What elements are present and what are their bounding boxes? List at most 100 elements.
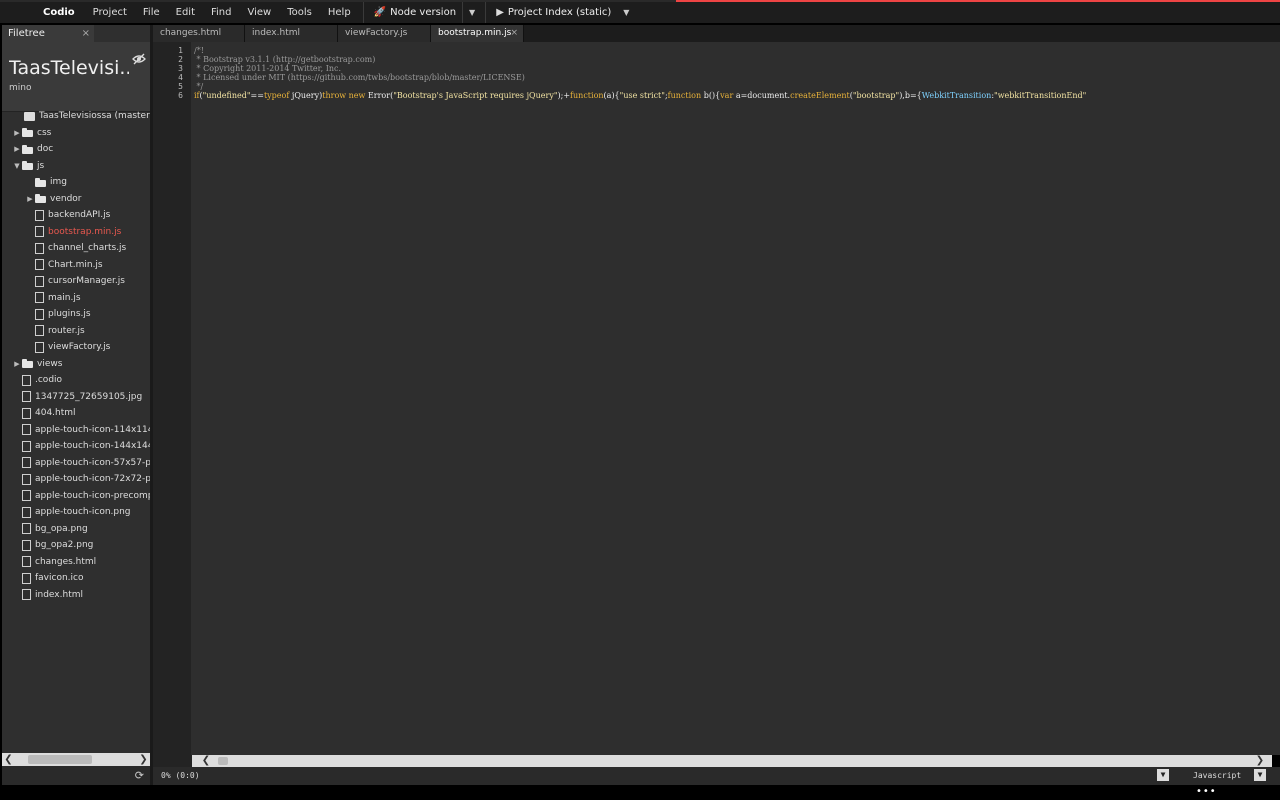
line-number: 5 [178,82,183,91]
close-icon[interactable]: × [82,25,90,42]
filetree-tab-label: Filetree [8,28,45,39]
caret-right-icon[interactable]: ▶ [12,360,22,368]
filetree-item[interactable]: channel_charts.js [2,240,126,256]
editor-horizontal-scrollbar[interactable]: ❮ ❯ [192,755,1272,767]
preview-button-label: Project Index (static) [507,7,612,18]
filetree-item[interactable]: ▶ vendor [2,191,82,207]
tab-index-html[interactable]: index.html [245,25,338,42]
project-name[interactable]: TaasTelevisi... [9,57,129,79]
file-icon [35,226,44,237]
filetree-item[interactable]: ▶ views [2,356,62,372]
filetree-item[interactable]: apple-touch-icon-72x72-precomposed.png [2,471,150,487]
line-number: 1 [178,46,183,55]
menu-edit[interactable]: Edit [168,7,203,18]
filetree-item[interactable]: bg_opa2.png [2,537,93,553]
code-token: );+ [557,91,571,100]
filetree-item[interactable]: apple-touch-icon.png [2,504,131,520]
filetree-item-label: main.js [48,292,81,303]
scroll-right-icon[interactable]: ❯ [1254,755,1266,767]
code-token: a=document. [733,91,791,100]
more-icon[interactable]: ••• [1196,786,1217,797]
scrollbar-thumb[interactable] [218,757,228,765]
filetree-item[interactable]: ▼ js [2,158,44,174]
tab-filetree[interactable]: Filetree × [2,25,94,42]
tab-bootstrap-min-js[interactable]: bootstrap.min.js × [431,25,524,42]
filetree-item-label: router.js [48,325,85,336]
filetree-item[interactable]: changes.html [2,554,96,570]
code-token: ),b={ [899,91,922,100]
scroll-right-icon[interactable]: ❯ [137,753,150,766]
code-editor[interactable]: 123456 /*! * Bootstrap v3.1.1 (http://ge… [153,42,1280,755]
filetree-item[interactable]: ▶ css [2,125,51,141]
bottom-bar: ••• [0,785,1280,800]
filetree-item[interactable]: index.html [2,587,83,603]
filetree-item[interactable]: plugins.js [2,306,91,322]
menu-find[interactable]: Find [203,7,240,18]
filetree-item-label: vendor [50,193,82,204]
play-icon: ▶ [496,7,504,18]
file-icon [35,259,44,270]
filetree-item[interactable]: .codio [2,372,62,388]
folder-icon [35,194,46,203]
top-menu-bar: Codio Project File Edit Find View Tools … [0,0,1280,23]
filetree-item[interactable]: bootstrap.min.js [2,224,121,240]
filetree-item[interactable]: Chart.min.js [2,257,103,273]
scrollbar-thumb[interactable] [28,755,92,764]
code-line: */ [194,82,204,91]
preview-button[interactable]: ▶ Project Index (static) [490,7,617,18]
close-icon[interactable]: × [510,25,518,42]
menu-project[interactable]: Project [85,7,135,18]
filetree-item[interactable]: main.js [2,290,81,306]
filetree-item[interactable]: 404.html [2,405,76,421]
filetree-item[interactable]: TaasTelevisiossa (master) [2,108,150,124]
scroll-left-icon[interactable]: ❮ [200,755,212,767]
scroll-left-icon[interactable]: ❮ [2,753,15,766]
filetree-item[interactable]: router.js [2,323,85,339]
filetree-item[interactable]: apple-touch-icon-57x57-precomposed.png [2,455,150,471]
tab-viewfactory-js[interactable]: viewFactory.js [338,25,431,42]
chevron-down-icon[interactable]: ▼ [1254,769,1266,781]
filetree-item[interactable]: 1347725_72659105.jpg [2,389,142,405]
tab-changes-html[interactable]: changes.html [153,25,245,42]
filetree-item[interactable]: apple-touch-icon-144x144-precomposed.png [2,438,150,454]
code-token: function [667,91,702,100]
line-number-gutter: 123456 [153,42,191,755]
language-mode[interactable]: Javascript [1193,771,1241,780]
code-line: if("undefined"==typeof jQuery)throw new … [194,91,1280,100]
run-dropdown-caret[interactable]: ▼ [462,2,481,23]
filetree-item-label: backendAPI.js [48,210,111,220]
codio-menu[interactable]: Codio [0,7,85,18]
filetree-item[interactable]: favicon.ico [2,570,84,586]
eye-hidden-icon[interactable] [132,53,146,65]
filetree-item-label: apple-touch-icon-72x72-precomposed.png [35,474,150,484]
menu-file[interactable]: File [135,7,168,18]
filetree-item[interactable]: apple-touch-icon-114x114-precomposed.png [2,422,150,438]
code-content[interactable]: /*! * Bootstrap v3.1.1 (http://getbootst… [194,46,1280,100]
menu-view[interactable]: View [240,7,280,18]
folder-icon [22,128,33,137]
caret-right-icon[interactable]: ▶ [12,145,22,153]
filetree-item[interactable]: bg_opa.png [2,521,88,537]
caret-down-icon[interactable]: ▼ [12,162,22,170]
rocket-icon: 🚀 [373,7,387,18]
refresh-icon[interactable]: ⟳ [135,769,144,782]
run-button[interactable]: 🚀 Node version [368,7,462,18]
caret-right-icon[interactable]: ▶ [12,129,22,137]
preview-dropdown-caret[interactable]: ▼ [617,2,635,23]
filetree-item-label: channel_charts.js [48,243,127,253]
filetree-item[interactable]: apple-touch-icon-precomposed.png [2,488,150,504]
code-token: typeof [263,91,290,100]
chevron-down-icon[interactable]: ▼ [1157,769,1169,781]
filetree-item[interactable]: cursorManager.js [2,273,125,289]
filetree-item[interactable]: viewFactory.js [2,339,110,355]
filetree-item[interactable]: backendAPI.js [2,207,110,223]
cursor-position: 0% (0:0) [161,771,200,780]
menu-tools[interactable]: Tools [279,7,320,18]
filetree-horizontal-scrollbar[interactable]: ❮ ❯ [2,753,150,766]
filetree-item[interactable]: img [2,174,67,190]
menu-help[interactable]: Help [320,7,359,18]
filetree-footer: ⟳ [2,766,150,785]
code-line: * Bootstrap v3.1.1 (http://getbootstrap.… [194,55,376,64]
caret-right-icon[interactable]: ▶ [25,195,35,203]
filetree-item[interactable]: ▶ doc [2,141,53,157]
